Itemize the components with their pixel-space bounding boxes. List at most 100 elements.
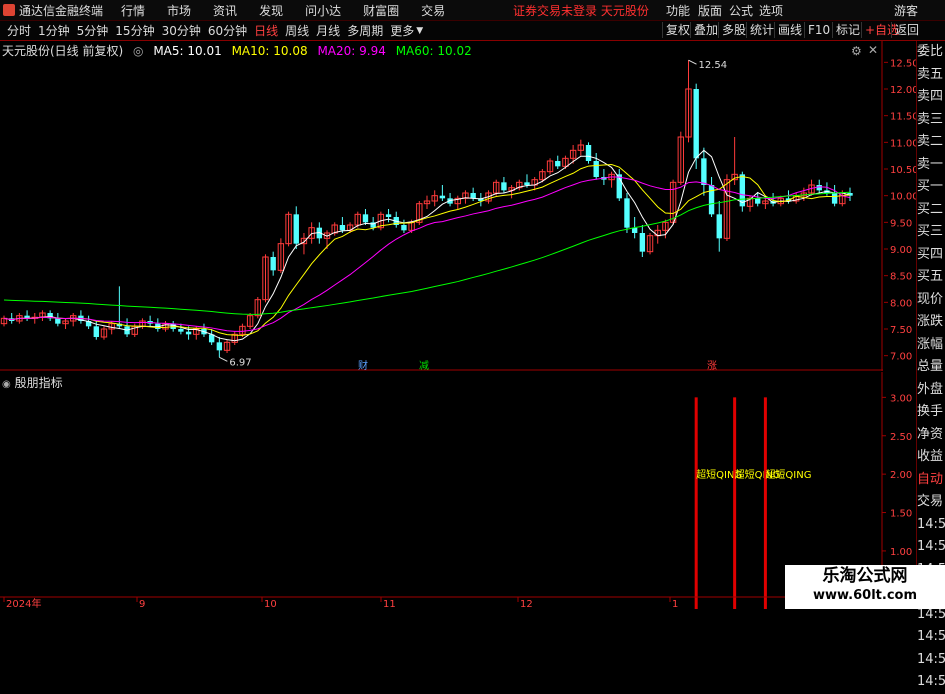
candle-body — [362, 214, 369, 223]
quote-panel-label[interactable]: 卖五 — [917, 64, 945, 87]
period-60min[interactable]: 60分钟 — [208, 22, 247, 39]
period-monthly[interactable]: 月线 — [316, 22, 340, 39]
price-tick-label: 11.50 — [890, 112, 916, 123]
quote-panel-label[interactable]: 14:56 — [917, 536, 945, 559]
candle-body — [693, 89, 699, 159]
quote-panel-label[interactable]: 买二 — [917, 199, 945, 222]
time-tick-label: 1 — [672, 599, 678, 609]
quote-panel-label[interactable]: 14:56 — [917, 649, 945, 672]
time-tick-label: 9 — [139, 599, 145, 609]
candle-body — [293, 214, 299, 244]
multi-stock-button[interactable]: 多股 — [718, 22, 749, 38]
candle-body — [178, 329, 184, 332]
quote-panel-label[interactable]: 委比 — [917, 41, 945, 64]
menu-market[interactable]: 市场 — [167, 2, 191, 19]
event-marker: 财 — [358, 359, 368, 371]
indicator-chart[interactable]: 0.501.001.502.002.503.00超短QING超短QING超短QI… — [0, 372, 916, 609]
candle-body — [555, 161, 561, 167]
user-label[interactable]: 游客 — [894, 2, 918, 19]
indicator-legend: ◉ 殷朋指标 — [2, 374, 63, 391]
quote-panel-label[interactable]: 总量 — [917, 356, 945, 379]
settings-circle-icon[interactable]: ◎ — [133, 44, 143, 58]
quote-panel-label[interactable]: 买一 — [917, 176, 945, 199]
price-tick-label: 12.00 — [890, 85, 916, 96]
menu-layout[interactable]: 版面 — [698, 2, 722, 19]
period-1min[interactable]: 1分钟 — [38, 22, 70, 39]
menu-wealth[interactable]: 财富圈 — [363, 2, 399, 19]
menu-market-quotes[interactable]: 行情 — [121, 2, 145, 19]
quote-panel-label[interactable]: 14:56 — [917, 514, 945, 537]
chevron-down-icon[interactable]: ▼ — [416, 26, 423, 36]
quote-panel-label[interactable]: 买五 — [917, 266, 945, 289]
quote-panel-label[interactable]: 净资 — [917, 424, 945, 447]
indicator-bar — [763, 397, 767, 609]
period-15min[interactable]: 15分钟 — [115, 22, 154, 39]
candle-body — [93, 326, 99, 337]
quote-panel: 委比 卖五 卖四 卖三 卖二 卖一 买一 买二 买三 买四 买五 现价 涨跌 涨幅 总量 外盘 换手 净资 收益 自动… — [916, 41, 945, 689]
menu-news[interactable]: 资讯 — [213, 2, 237, 19]
event-marker: 涨 — [707, 360, 717, 371]
chevron-down-icon[interactable]: ◉ — [2, 379, 11, 390]
menu-ask[interactable]: 问小达 — [305, 2, 341, 19]
quote-panel-label[interactable]: 14:56 — [917, 626, 945, 649]
quote-panel-label[interactable]: 自动 — [917, 469, 945, 492]
candle-body — [270, 257, 276, 271]
period-weekly[interactable]: 周线 — [285, 22, 309, 39]
time-tick-label: 11 — [383, 599, 396, 609]
quote-panel-label[interactable]: 卖四 — [917, 86, 945, 109]
quote-panel-label[interactable]: 收益 — [917, 446, 945, 469]
candle-body — [831, 193, 838, 204]
indicator-name[interactable]: 殷朋指标 — [15, 376, 63, 390]
period-daily[interactable]: 日线 — [254, 22, 278, 39]
period-intraday[interactable]: 分时 — [7, 22, 31, 39]
quote-panel-label[interactable]: 涨幅 — [917, 334, 945, 357]
f10-button[interactable]: F10 — [804, 22, 833, 38]
price-tick-label: 7.00 — [890, 352, 912, 363]
quote-panel-label[interactable]: 买三 — [917, 221, 945, 244]
price-tick-label: 11.00 — [890, 138, 916, 149]
menu-trade[interactable]: 交易 — [421, 2, 445, 19]
quote-panel-label[interactable]: 买四 — [917, 244, 945, 267]
low-label: 6.97 — [229, 357, 251, 368]
period-multi[interactable]: 多周期 — [347, 22, 383, 39]
candle-body — [339, 225, 346, 231]
app-logo-icon — [3, 4, 15, 16]
ma5-line — [3, 149, 851, 342]
quote-panel-label[interactable]: 外盘 — [917, 379, 945, 402]
quote-panel-label[interactable]: 交易 — [917, 491, 945, 514]
quote-panel-label[interactable]: 现价 — [917, 289, 945, 312]
mark-button[interactable]: 标记 — [832, 22, 863, 38]
indicator-bar — [733, 397, 737, 609]
time-tick-label: 10 — [264, 599, 277, 609]
menu-options[interactable]: 选项 — [759, 2, 783, 19]
period-30min[interactable]: 30分钟 — [162, 22, 201, 39]
event-marker: 减 — [419, 360, 429, 371]
login-notice[interactable]: 证券交易未登录 天元股份 — [513, 2, 649, 19]
ma5-value: MA5: 10.01 — [153, 44, 222, 58]
stock-title[interactable]: 天元股份(日线 前复权) — [2, 44, 123, 58]
adjust-button[interactable]: 复权 — [662, 22, 693, 38]
menu-formula[interactable]: 公式 — [729, 2, 753, 19]
stats-button[interactable]: 统计 — [746, 22, 777, 38]
overlay-button[interactable]: 叠加 — [690, 22, 721, 38]
ma60-line — [3, 191, 851, 315]
candle-body — [470, 193, 476, 199]
ma10-value: MA10: 10.08 — [231, 44, 308, 58]
quote-panel-label[interactable]: 14:56 — [917, 671, 945, 694]
quote-panel-label[interactable]: 涨跌 — [917, 311, 945, 334]
kline-chart[interactable]: 12.54 6.97 财 减 涨 — [0, 41, 883, 371]
back-button[interactable]: 返回 — [891, 22, 922, 38]
menu-discover[interactable]: 发现 — [259, 2, 283, 19]
period-more[interactable]: 更多 — [390, 22, 414, 39]
candle-body — [716, 214, 722, 239]
quote-panel-label[interactable]: 换手 — [917, 401, 945, 424]
quote-panel-label[interactable]: 卖一 — [917, 154, 945, 177]
candle-body — [55, 318, 61, 324]
period-5min[interactable]: 5分钟 — [77, 22, 109, 39]
quote-panel-label[interactable]: 卖二 — [917, 131, 945, 154]
quote-panel-label[interactable]: 卖三 — [917, 109, 945, 132]
draw-line-button[interactable]: 画线 — [774, 22, 805, 38]
menu-function[interactable]: 功能 — [666, 2, 690, 19]
price-tick-label: 10.50 — [890, 165, 916, 176]
price-tick-label: 9.50 — [890, 218, 912, 229]
